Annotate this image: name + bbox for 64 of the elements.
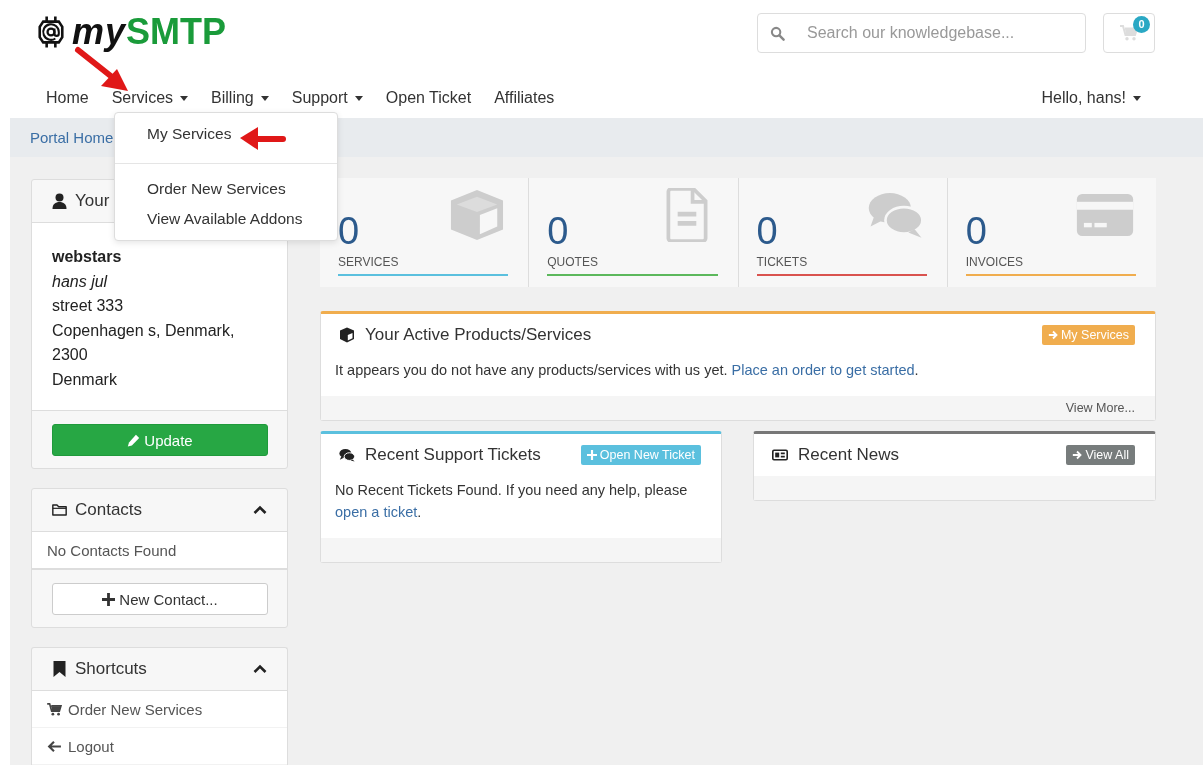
collapse-icon[interactable]	[253, 505, 267, 515]
nav-dropdown[interactable]: Support	[291, 89, 363, 107]
stat-label: QUOTES	[547, 255, 599, 269]
plus-icon	[586, 450, 597, 460]
nav-dropdown[interactable]: Services	[111, 89, 189, 107]
arrow-right-icon	[1072, 450, 1083, 460]
stat-value: 0	[965, 211, 987, 251]
view-more-link[interactable]: View More...	[1065, 401, 1135, 415]
panel-title: Contacts	[75, 500, 144, 520]
newspaper-icon	[772, 447, 788, 463]
cart-icon	[47, 702, 62, 716]
empty-message: No Contacts Found	[47, 541, 177, 559]
logo-prefix: my	[72, 11, 127, 53]
chat-icon	[339, 447, 355, 463]
stat-tile[interactable]: 0 TICKETS	[738, 178, 948, 287]
stat-value: 0	[756, 211, 778, 251]
logo-icon	[38, 16, 64, 48]
search-field[interactable]: Search our knowledgebase...	[757, 13, 1086, 53]
arrow-left-icon	[47, 739, 62, 753]
new-contact-button[interactable]: New Contact...	[52, 583, 268, 615]
user-menu[interactable]: Hello, hans!	[1041, 89, 1141, 107]
panel-title: Your Active Products/Services	[365, 325, 593, 345]
stat-label: INVOICES	[965, 255, 1025, 269]
cube-icon	[339, 327, 355, 343]
shortcut-link[interactable]: Order New Services	[32, 691, 287, 728]
stat-tile[interactable]: 0 INVOICES	[947, 178, 1156, 287]
nav-link[interactable]: Open Ticket	[385, 89, 472, 107]
arrow-right-icon	[1047, 330, 1058, 340]
nav-link[interactable]: Home	[46, 89, 89, 107]
stat-label: SERVICES	[338, 255, 400, 269]
address-line: Copenhagen s, Denmark,	[52, 320, 236, 341]
message-text: No Recent Tickets Found. If you need any help, please open a ticket.	[335, 481, 689, 522]
logo-wordmark: SMTP	[126, 11, 227, 53]
breadcrumb-link[interactable]: Portal Home	[30, 129, 114, 146]
user-icon	[52, 193, 67, 209]
cart-icon	[1120, 25, 1138, 41]
panel-title: Recent News	[798, 445, 901, 465]
plus-icon	[102, 592, 116, 606]
view-all-button[interactable]: View All	[1066, 445, 1135, 465]
search-icon	[770, 26, 785, 41]
address-line: street 333	[52, 296, 125, 316]
address-line: Denmark	[52, 369, 118, 390]
stat-label: TICKETS	[756, 255, 809, 269]
folder-icon	[52, 502, 67, 518]
panel-title: Your	[75, 191, 111, 211]
cart-count-badge: 0	[1133, 16, 1150, 33]
stat-value: 0	[547, 211, 569, 251]
bookmark-icon	[52, 661, 67, 677]
panel-title: Recent Support Tickets	[365, 445, 542, 465]
shortcut-link[interactable]: Logout	[32, 728, 287, 765]
nav-link[interactable]: Affiliates	[494, 89, 555, 107]
contact-name: hans jul	[52, 271, 109, 292]
message-text: It appears you do not have any products/services with us yet. Place an order to get started.	[335, 361, 920, 380]
nav-dropdown[interactable]: Billing	[211, 89, 269, 107]
address-line: 2300	[52, 345, 89, 365]
annotation-arrow	[240, 127, 286, 150]
company-name: webstars	[52, 247, 123, 267]
pencil-icon	[127, 433, 141, 447]
menu-item[interactable]: My Services	[115, 119, 337, 149]
text-link[interactable]: Place an order to get started	[731, 362, 915, 378]
stat-tile[interactable]: 0 QUOTES	[529, 178, 739, 287]
panel-title: Shortcuts	[75, 659, 148, 679]
collapse-icon[interactable]	[253, 664, 267, 674]
stat-value: 0	[338, 211, 360, 251]
